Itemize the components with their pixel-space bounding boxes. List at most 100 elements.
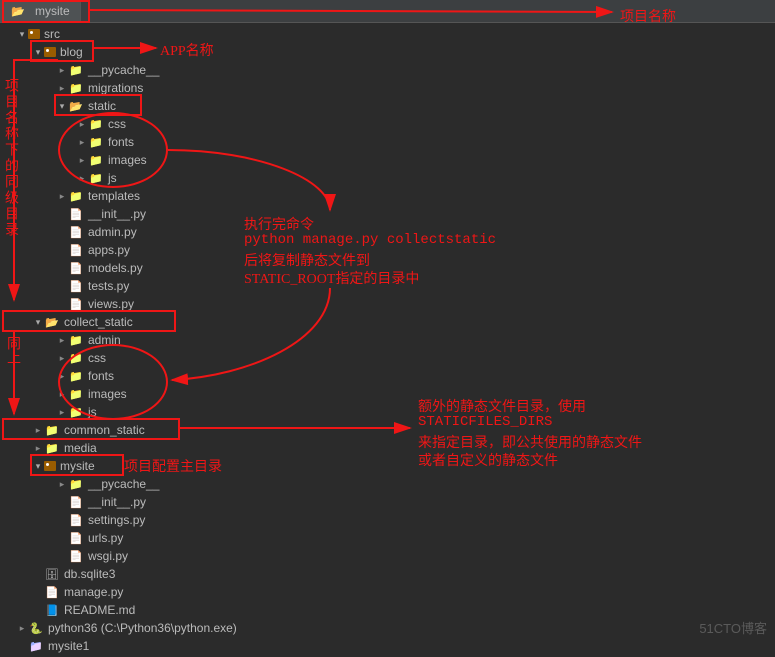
- tree-label: mysite1: [48, 639, 89, 653]
- tree-item-admin-py[interactable]: admin.py: [0, 223, 775, 241]
- no-arrow: [56, 550, 68, 562]
- py-icon: [68, 296, 84, 312]
- collapse-icon[interactable]: [56, 190, 68, 202]
- tree-label: wsgi.py: [88, 549, 128, 563]
- tree-item-views-py[interactable]: views.py: [0, 295, 775, 313]
- collapse-icon[interactable]: [32, 424, 44, 436]
- tree-item-db-sqlite3[interactable]: db.sqlite3: [0, 565, 775, 583]
- tree-item-css[interactable]: css: [0, 115, 775, 133]
- collapse-icon[interactable]: [56, 370, 68, 382]
- tree-label: src: [44, 27, 60, 41]
- collapse-icon[interactable]: [76, 172, 88, 184]
- collapse-icon[interactable]: [76, 136, 88, 148]
- collapse-icon[interactable]: [16, 622, 28, 634]
- collapse-icon[interactable]: [76, 118, 88, 130]
- folder-icon: [68, 62, 84, 78]
- tree-label: __pycache__: [88, 63, 159, 77]
- tree-label: models.py: [88, 261, 143, 275]
- tree-item-js[interactable]: js: [0, 403, 775, 421]
- tree-item-urls-py[interactable]: urls.py: [0, 529, 775, 547]
- tree-item-images[interactable]: images: [0, 385, 775, 403]
- tree-label: __init__.py: [88, 207, 146, 221]
- expand-icon[interactable]: [32, 46, 44, 58]
- pkg-icon: [44, 461, 56, 471]
- tree-item-admin[interactable]: admin: [0, 331, 775, 349]
- folder-icon: [44, 440, 60, 456]
- tab-title: mysite: [35, 4, 70, 18]
- tree-item-fonts[interactable]: fonts: [0, 133, 775, 151]
- py-icon: [68, 530, 84, 546]
- tree-label: __pycache__: [88, 477, 159, 491]
- tree-item---pycache--[interactable]: __pycache__: [0, 61, 775, 79]
- no-arrow: [56, 226, 68, 238]
- py-icon: [68, 494, 84, 510]
- tree-label: fonts: [88, 369, 114, 383]
- tree-item-README-md[interactable]: README.md: [0, 601, 775, 619]
- expand-icon[interactable]: [32, 316, 44, 328]
- tree-label: images: [108, 153, 147, 167]
- tree-label: fonts: [108, 135, 134, 149]
- no-arrow: [32, 586, 44, 598]
- folder-icon: [68, 188, 84, 204]
- tree-item-mysite[interactable]: mysite: [0, 457, 775, 475]
- tree-label: common_static: [64, 423, 145, 437]
- folder-icon: [88, 170, 104, 186]
- tree-item-apps-py[interactable]: apps.py: [0, 241, 775, 259]
- md-icon: [44, 602, 60, 618]
- tree-label: migrations: [88, 81, 143, 95]
- watermark: 51CTO博客: [699, 618, 767, 637]
- pkg-icon: [28, 29, 40, 39]
- tree-item-images[interactable]: images: [0, 151, 775, 169]
- tree-item-tests-py[interactable]: tests.py: [0, 277, 775, 295]
- tree-item---init---py[interactable]: __init__.py: [0, 493, 775, 511]
- tree-item-js[interactable]: js: [0, 169, 775, 187]
- tree-label: python36 (C:\Python36\python.exe): [48, 621, 237, 635]
- collapse-icon[interactable]: [56, 478, 68, 490]
- tree-item-static[interactable]: static: [0, 97, 775, 115]
- collapse-icon[interactable]: [56, 406, 68, 418]
- tree-item-blog[interactable]: blog: [0, 43, 775, 61]
- expand-icon[interactable]: [56, 100, 68, 112]
- tree-label: js: [88, 405, 97, 419]
- tree-item-fonts[interactable]: fonts: [0, 367, 775, 385]
- tree-label: images: [88, 387, 127, 401]
- py-icon: [44, 584, 60, 600]
- tree-label: db.sqlite3: [64, 567, 115, 581]
- collapse-icon[interactable]: [56, 64, 68, 76]
- py-icon: [68, 512, 84, 528]
- tree-item-css[interactable]: css: [0, 349, 775, 367]
- collapse-icon[interactable]: [56, 334, 68, 346]
- project-tab[interactable]: mysite: [0, 0, 81, 22]
- tree-item---init---py[interactable]: __init__.py: [0, 205, 775, 223]
- tree-item-migrations[interactable]: migrations: [0, 79, 775, 97]
- tree-item-collect-static[interactable]: collect_static: [0, 313, 775, 331]
- tree-label: media: [64, 441, 97, 455]
- collapse-icon[interactable]: [56, 388, 68, 400]
- tree-label: collect_static: [64, 315, 133, 329]
- tree-item-mysite1[interactable]: mysite1: [0, 637, 775, 655]
- tree-item-wsgi-py[interactable]: wsgi.py: [0, 547, 775, 565]
- tree-item-media[interactable]: media: [0, 439, 775, 457]
- tree-item-models-py[interactable]: models.py: [0, 259, 775, 277]
- collapse-icon[interactable]: [76, 154, 88, 166]
- tree-item-python36---C--Python36-python-exe-[interactable]: python36 (C:\Python36\python.exe): [0, 619, 775, 637]
- folder-icon: [88, 134, 104, 150]
- no-arrow: [32, 604, 44, 616]
- folder-icon: [44, 422, 60, 438]
- tree-item-src[interactable]: src: [0, 25, 775, 43]
- tree-item---pycache--[interactable]: __pycache__: [0, 475, 775, 493]
- expand-icon[interactable]: [16, 28, 28, 40]
- collapse-icon[interactable]: [32, 442, 44, 454]
- tree-item-templates[interactable]: templates: [0, 187, 775, 205]
- project-tree[interactable]: src blog __pycache__ migrations static css fon…: [0, 23, 775, 657]
- expand-icon[interactable]: [32, 460, 44, 472]
- collapse-icon[interactable]: [56, 82, 68, 94]
- tree-label: static: [88, 99, 116, 113]
- folder-icon: [68, 386, 84, 402]
- tree-item-manage-py[interactable]: manage.py: [0, 583, 775, 601]
- collapse-icon[interactable]: [56, 352, 68, 364]
- tree-label: apps.py: [88, 243, 130, 257]
- folder-icon: [68, 80, 84, 96]
- tree-item-common-static[interactable]: common_static: [0, 421, 775, 439]
- tree-item-settings-py[interactable]: settings.py: [0, 511, 775, 529]
